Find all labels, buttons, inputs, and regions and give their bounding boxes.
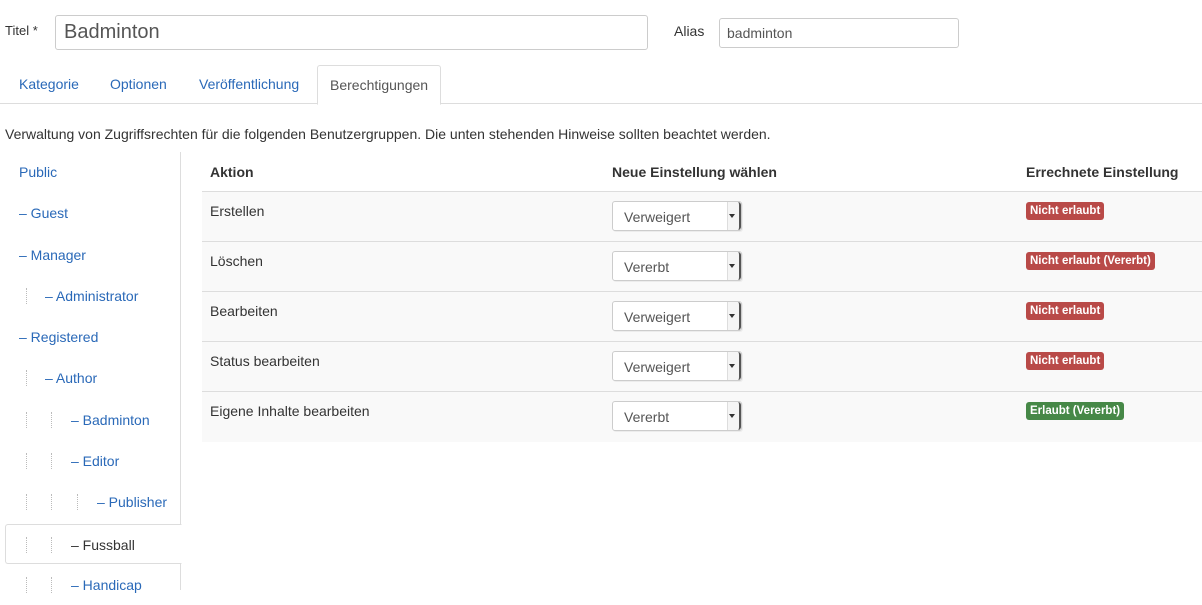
group-item-guest[interactable]: – Guest [5,193,181,233]
tree-guide-line [26,537,27,553]
tree-guide-line [26,370,27,386]
action-label: Löschen [210,253,263,269]
group-item-publisher[interactable]: – Publisher [5,482,181,522]
group-label: – Registered [19,329,99,345]
group-label: – Badminton [71,412,150,428]
column-header-setting: Neue Einstellung wählen [612,164,777,180]
group-label: – Manager [19,247,86,263]
permissions-table-header: Aktion Neue Einstellung wählen Errechnet… [202,152,1202,192]
action-label: Erstellen [210,203,265,219]
setting-select-value: Vererbt [624,409,670,425]
setting-select-value: Verweigert [624,209,691,225]
status-badge: Erlaubt (Vererbt) [1026,402,1125,420]
alias-label: Alias [674,23,705,39]
group-item-administrator[interactable]: – Administrator [5,276,181,316]
setting-select-value: Verweigert [624,309,691,325]
select-arrow [727,252,741,280]
column-header-action: Aktion [210,164,254,180]
select-arrow [727,202,741,230]
group-label: – Editor [71,453,120,469]
group-label: – Author [45,370,98,386]
status-badge: Nicht erlaubt [1026,302,1105,320]
tree-guide-line [51,494,52,510]
group-item-handicap[interactable]: – Handicap [5,565,181,605]
setting-select[interactable]: Verweigert [612,351,742,381]
title-row: Titel * Alias [0,0,1202,60]
tab-optionen[interactable]: Optionen [98,65,179,104]
table-row: Eigene Inhalte bearbeiten Vererbt Erlaub… [202,392,1202,442]
tree-guide-line [51,577,52,593]
tree-guide-line [26,412,27,428]
group-item-badminton[interactable]: – Badminton [5,400,181,440]
setting-select[interactable]: Verweigert [612,201,742,231]
tab-kategorie[interactable]: Kategorie [7,65,91,104]
setting-select[interactable]: Verweigert [612,301,742,331]
group-label: Public [19,164,58,180]
title-label: Titel * [5,23,38,38]
group-item-author[interactable]: – Author [5,358,181,398]
chevron-down-icon [729,264,735,268]
table-row: Erstellen Verweigert Nicht erlaubt [202,192,1202,242]
setting-select[interactable]: Vererbt [612,251,742,281]
setting-select-value: Verweigert [624,359,691,375]
chevron-down-icon [729,314,735,318]
tree-guide-line [51,453,52,469]
tree-guide-line [51,412,52,428]
chevron-down-icon [729,214,735,218]
title-input[interactable] [55,15,648,50]
table-row: Löschen Vererbt Nicht erlaubt (Vererbt) [202,242,1202,292]
action-label: Status bearbeiten [210,353,320,369]
group-item-fussball[interactable]: – Fussball [5,524,182,564]
user-group-list: Public – Guest – Manager – Administrator… [5,152,182,593]
select-arrow [727,302,741,330]
table-row: Bearbeiten Verweigert Nicht erlaubt [202,292,1202,342]
chevron-down-icon [729,364,735,368]
tab-bar: Kategorie Optionen Veröffentlichung Bere… [0,65,1202,105]
action-label: Bearbeiten [210,303,278,319]
group-item-public[interactable]: Public [5,152,181,192]
column-header-computed: Errechnete Einstellung [1026,164,1179,180]
group-item-editor[interactable]: – Editor [5,441,181,481]
tab-veroeffentlichung[interactable]: Veröffentlichung [187,65,311,104]
tree-guide-line [26,494,27,510]
group-label: – Administrator [45,288,139,304]
status-badge: Nicht erlaubt [1026,202,1105,220]
tree-guide-line [26,453,27,469]
group-label: – Guest [19,205,69,221]
permissions-description: Verwaltung von Zugriffsrechten für die f… [5,126,771,142]
tree-guide-line [77,494,78,510]
setting-select[interactable]: Vererbt [612,401,742,431]
chevron-down-icon [729,414,735,418]
action-label: Eigene Inhalte bearbeiten [210,403,370,419]
group-item-manager[interactable]: – Manager [5,235,181,275]
select-arrow [727,352,741,380]
select-arrow [727,402,741,430]
status-badge: Nicht erlaubt [1026,352,1105,370]
setting-select-value: Vererbt [624,259,670,275]
group-item-registered[interactable]: – Registered [5,317,181,357]
group-label: – Fussball [71,537,135,553]
status-badge: Nicht erlaubt (Vererbt) [1026,252,1155,270]
tree-guide-line [51,537,52,553]
group-label: – Handicap [71,577,142,593]
tab-berechtigungen[interactable]: Berechtigungen [317,65,442,105]
alias-input[interactable] [719,18,959,48]
group-label: – Publisher [97,494,168,510]
tree-guide-line [26,288,27,304]
tree-guide-line [26,577,27,593]
table-row: Status bearbeiten Verweigert Nicht erlau… [202,342,1202,392]
